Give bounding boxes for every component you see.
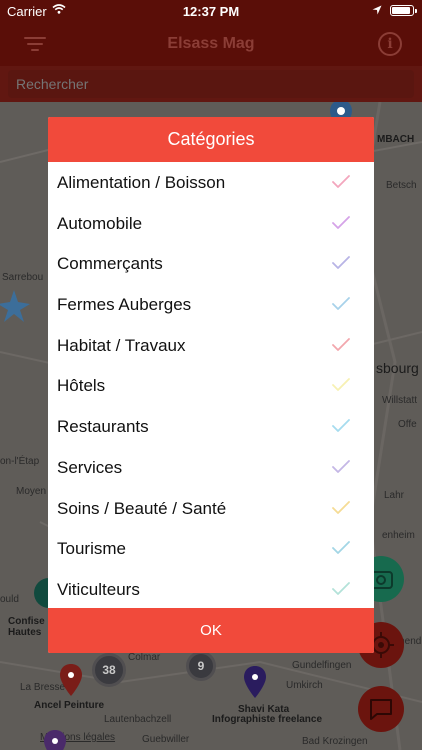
map-label: Moyen bbox=[16, 486, 47, 497]
checkmark-icon bbox=[332, 337, 350, 351]
chat-icon bbox=[370, 699, 392, 720]
info-icon[interactable]: i bbox=[378, 32, 402, 56]
map-label: La Bresse bbox=[20, 682, 66, 693]
category-item[interactable]: Fermes Auberges bbox=[48, 284, 374, 325]
category-item[interactable]: Soins / Beauté / Santé bbox=[48, 488, 374, 529]
category-label: Restaurants bbox=[57, 417, 149, 437]
map-pin-icon[interactable] bbox=[44, 730, 66, 750]
category-label: Soins / Beauté / Santé bbox=[57, 498, 227, 518]
map-label: Offe bbox=[398, 419, 417, 430]
status-bar: Carrier 12:37 PM bbox=[0, 0, 422, 22]
search-bar bbox=[0, 66, 422, 102]
battery-icon bbox=[390, 5, 417, 16]
map-cluster[interactable]: 9 bbox=[186, 651, 216, 681]
checkmark-icon bbox=[332, 256, 350, 270]
category-label: Tourisme bbox=[57, 539, 126, 559]
category-item[interactable]: Services bbox=[48, 447, 374, 488]
category-item[interactable]: Tourisme bbox=[48, 528, 374, 569]
location-arrow-icon bbox=[372, 5, 382, 15]
checkmark-icon bbox=[332, 459, 350, 473]
category-item[interactable]: Automobile bbox=[48, 203, 374, 244]
ok-button[interactable]: OK bbox=[48, 608, 374, 653]
chat-button[interactable] bbox=[358, 686, 404, 732]
map-label: Betsch bbox=[386, 180, 417, 191]
categories-dialog: Catégories Alimentation / Boisson Automob… bbox=[48, 117, 374, 653]
checkmark-icon bbox=[332, 215, 350, 229]
map-label: Lahr bbox=[384, 490, 405, 501]
map-label: Ancel Peinture bbox=[34, 700, 105, 711]
checkmark-icon bbox=[332, 175, 350, 188]
status-time: 12:37 PM bbox=[182, 4, 240, 19]
category-label: Viticulteurs bbox=[57, 579, 140, 599]
map-label: Guebwiller bbox=[142, 734, 190, 745]
category-item[interactable]: Commerçants bbox=[48, 243, 374, 284]
checkmark-icon bbox=[332, 500, 350, 514]
map-label: Hautes bbox=[8, 627, 42, 638]
map-label: Confise bbox=[8, 616, 45, 627]
map-label: enheim bbox=[382, 530, 415, 541]
map-label: Sarrebou bbox=[2, 272, 44, 283]
map-label: Lautenbachzell bbox=[104, 714, 172, 725]
map-label: MBACH bbox=[377, 134, 415, 145]
category-item[interactable]: Restaurants bbox=[48, 406, 374, 447]
category-label: Services bbox=[57, 457, 123, 477]
category-label: Habitat / Travaux bbox=[57, 335, 186, 355]
checkmark-icon bbox=[332, 419, 350, 433]
map-label: Colmar bbox=[128, 652, 161, 663]
dialog-title: Catégories bbox=[48, 117, 374, 162]
category-item[interactable]: Viticulteurs bbox=[48, 569, 374, 610]
map-label: Umkirch bbox=[286, 680, 323, 691]
category-item[interactable]: Habitat / Travaux bbox=[48, 325, 374, 366]
map-label: Willstatt bbox=[382, 395, 417, 406]
map-pin-icon[interactable] bbox=[60, 664, 82, 696]
checkmark-icon bbox=[332, 541, 350, 555]
map-label: ould bbox=[0, 594, 19, 605]
map-pin-icon[interactable] bbox=[244, 666, 266, 698]
category-item[interactable]: Hôtels bbox=[48, 365, 374, 406]
category-label: Alimentation / Boisson bbox=[57, 173, 226, 192]
map-cluster[interactable]: 38 bbox=[92, 653, 126, 687]
map-label: Bad Krozingen bbox=[302, 736, 368, 747]
checkmark-icon bbox=[332, 297, 350, 310]
category-list: Alimentation / Boisson Automobile Commerça… bbox=[48, 162, 374, 608]
map-label: sbourg bbox=[376, 360, 419, 376]
category-item[interactable]: Alimentation / Boisson bbox=[48, 162, 374, 203]
category-label: Automobile bbox=[57, 213, 143, 233]
app-title: Elsass Mag bbox=[167, 35, 255, 52]
category-label: Fermes Auberges bbox=[57, 295, 192, 315]
map-label: Gundelfingen bbox=[292, 660, 352, 671]
checkmark-icon bbox=[332, 581, 350, 595]
map-label: on-l'Étap bbox=[0, 456, 40, 467]
checkmark-icon bbox=[332, 378, 350, 392]
category-label: Commerçants bbox=[57, 254, 163, 274]
map-label: Infographiste freelance bbox=[212, 714, 323, 725]
nav-bar: Elsass Mag i bbox=[0, 22, 422, 66]
search-input[interactable] bbox=[8, 70, 414, 98]
category-label: Hôtels bbox=[57, 376, 106, 396]
